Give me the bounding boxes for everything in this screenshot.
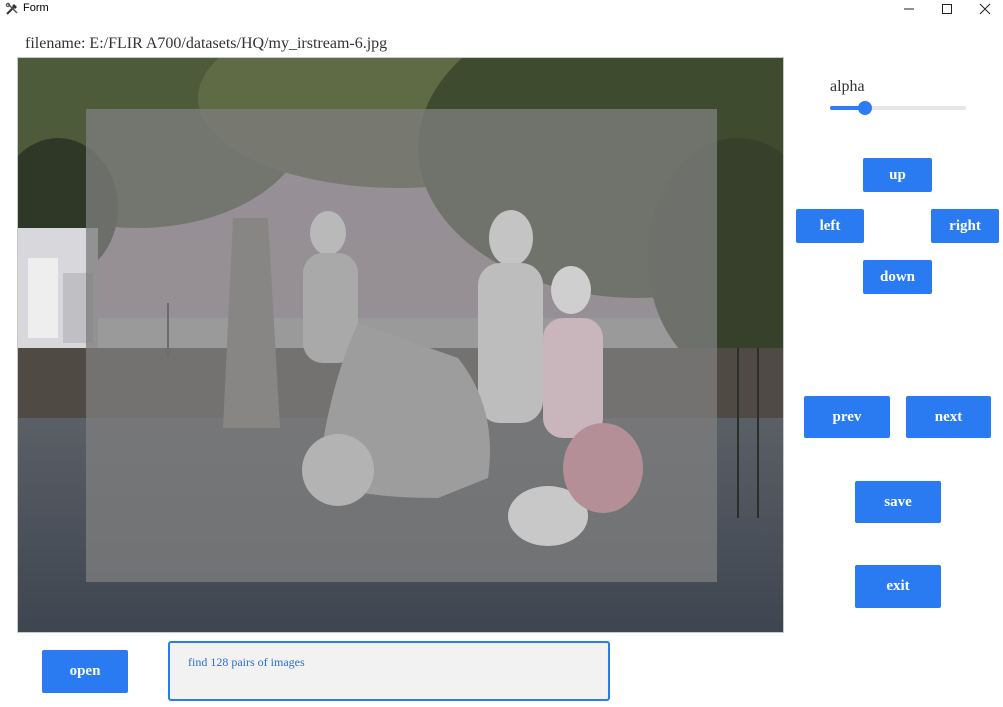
overlay-image bbox=[18, 58, 783, 632]
down-button[interactable]: down bbox=[863, 260, 932, 294]
image-viewer[interactable] bbox=[17, 57, 784, 633]
window-title: Form bbox=[23, 2, 49, 14]
prev-button[interactable]: prev bbox=[804, 396, 890, 438]
minimize-icon bbox=[904, 8, 914, 10]
right-button[interactable]: right bbox=[931, 209, 999, 243]
status-box: find 128 pairs of images bbox=[168, 641, 610, 701]
alpha-label: alpha bbox=[830, 78, 865, 95]
filename-label: filename: E:/FLIR A700/datasets/HQ/my_ir… bbox=[25, 35, 388, 52]
close-icon bbox=[979, 3, 991, 15]
exit-button[interactable]: exit bbox=[855, 565, 941, 608]
maximize-button[interactable] bbox=[929, 0, 965, 18]
minimize-button[interactable] bbox=[891, 0, 927, 18]
left-button[interactable]: left bbox=[796, 209, 864, 243]
up-button[interactable]: up bbox=[863, 158, 932, 192]
open-button[interactable]: open bbox=[42, 650, 128, 693]
status-text: find 128 pairs of images bbox=[188, 655, 305, 669]
close-button[interactable] bbox=[967, 0, 1003, 18]
title-bar: Form bbox=[0, 0, 1003, 18]
maximize-icon bbox=[942, 4, 952, 14]
tools-icon bbox=[5, 2, 19, 16]
slider-handle[interactable] bbox=[858, 101, 873, 115]
save-button[interactable]: save bbox=[855, 481, 941, 523]
alpha-slider[interactable] bbox=[830, 100, 966, 116]
next-button[interactable]: next bbox=[906, 396, 991, 438]
